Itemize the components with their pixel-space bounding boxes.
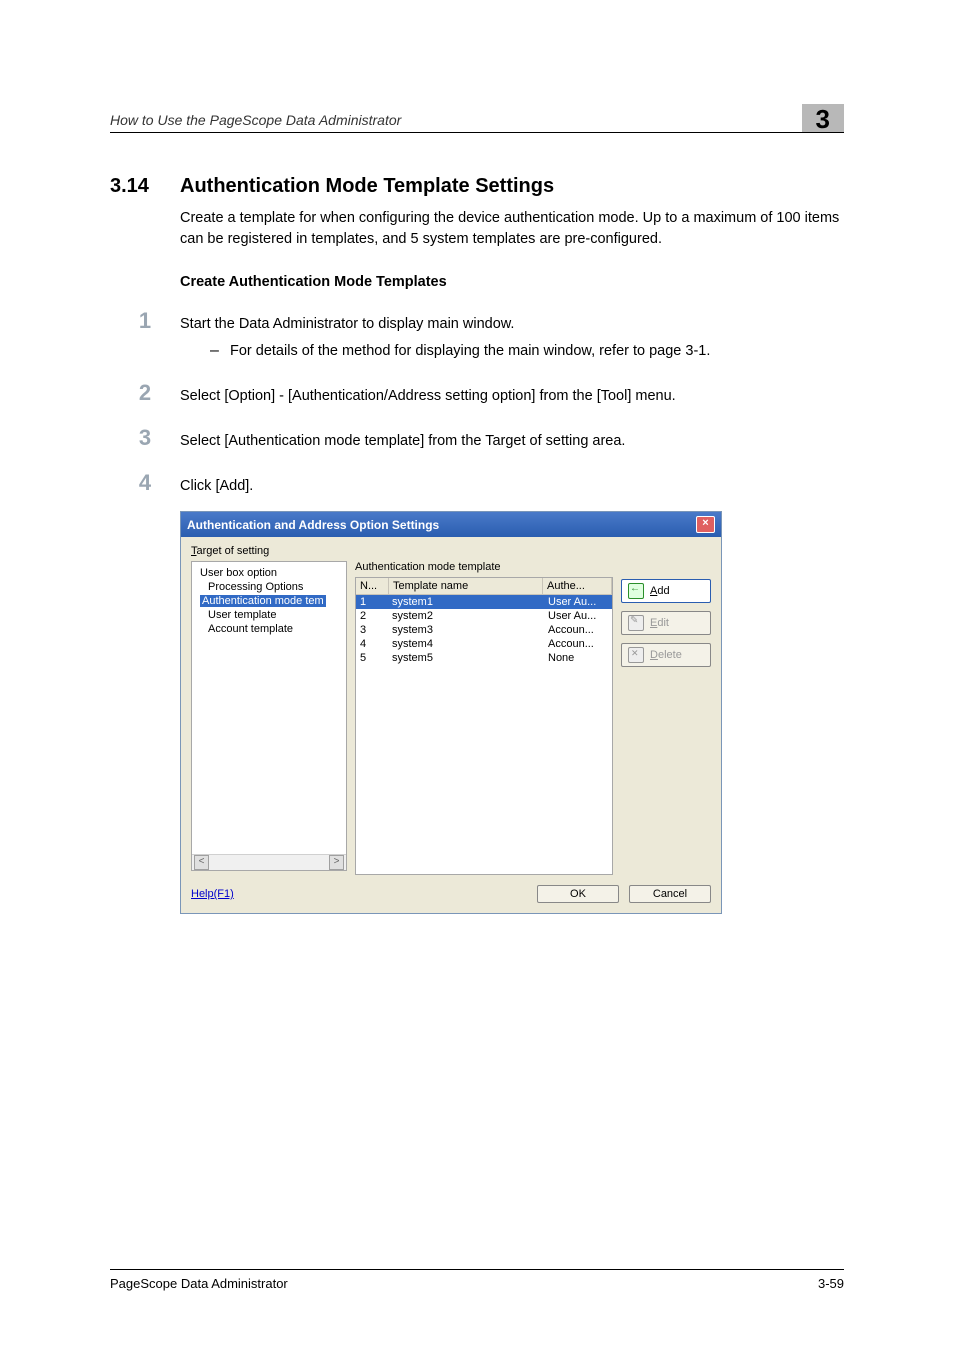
chapter-number-box: 3 — [802, 104, 844, 132]
delete-icon — [628, 647, 644, 663]
dialog-titlebar: Authentication and Address Option Settin… — [181, 512, 721, 537]
template-list[interactable]: N... Template name Authe... 1 system1 Us… — [355, 577, 613, 875]
dialog-window: Authentication and Address Option Settin… — [180, 511, 722, 914]
step-3-number: 3 — [110, 425, 180, 451]
page-footer: PageScope Data Administrator 3-59 — [110, 1269, 844, 1291]
ok-button[interactable]: OK — [537, 885, 619, 903]
dialog-title-text: Authentication and Address Option Settin… — [187, 518, 439, 532]
list-row[interactable]: 1 system1 User Au... — [356, 595, 612, 609]
help-link[interactable]: Help(F1) — [191, 888, 234, 900]
list-title: Authentication mode template — [355, 561, 613, 573]
edit-button[interactable]: Edit — [621, 611, 711, 635]
footer-page-number: 3-59 — [818, 1276, 844, 1291]
scroll-left-icon[interactable]: < — [194, 855, 209, 870]
tree-item-accounttemplate[interactable]: Account template — [194, 622, 344, 636]
section-number: 3.14 — [110, 175, 180, 198]
step-1-sub: – For details of the method for displayi… — [210, 341, 844, 362]
running-header: How to Use the PageScope Data Administra… — [110, 100, 844, 133]
delete-button[interactable]: Delete — [621, 643, 711, 667]
list-header-n[interactable]: N... — [356, 578, 389, 594]
edit-icon — [628, 615, 644, 631]
close-icon[interactable]: × — [696, 516, 715, 533]
step-1-text: Start the Data Administrator to display … — [180, 314, 844, 335]
step-1-sub-text: For details of the method for displaying… — [230, 341, 844, 362]
section-intro: Create a template for when configuring t… — [180, 208, 844, 250]
dash-icon: – — [210, 342, 230, 360]
step-1: 1 Start the Data Administrator to displa… — [110, 308, 844, 335]
cancel-button[interactable]: Cancel — [629, 885, 711, 903]
step-2: 2 Select [Option] - [Authentication/Addr… — [110, 380, 844, 407]
target-tree[interactable]: User box option Processing Options Authe… — [191, 561, 347, 871]
step-4-text: Click [Add]. — [180, 476, 844, 497]
step-4: 4 Click [Add]. — [110, 470, 844, 497]
list-row[interactable]: 5 system5 None — [356, 651, 612, 665]
step-2-number: 2 — [110, 380, 180, 406]
sub-heading: Create Authentication Mode Templates — [180, 274, 844, 290]
list-header-template[interactable]: Template name — [389, 578, 543, 594]
list-row[interactable]: 2 system2 User Au... — [356, 609, 612, 623]
add-icon — [628, 583, 644, 599]
running-head-text: How to Use the PageScope Data Administra… — [110, 112, 401, 128]
tree-item-authmode[interactable]: Authentication mode tem — [194, 594, 344, 608]
scroll-right-icon[interactable]: > — [329, 855, 344, 870]
tree-item-usertemplate[interactable]: User template — [194, 608, 344, 622]
section-title: Authentication Mode Template Settings — [180, 175, 554, 198]
list-header: N... Template name Authe... — [356, 578, 612, 595]
step-2-text: Select [Option] - [Authentication/Addres… — [180, 386, 844, 407]
list-row[interactable]: 3 system3 Accoun... — [356, 623, 612, 637]
target-label: Target of setting — [191, 545, 711, 557]
list-header-auth[interactable]: Authe... — [543, 578, 612, 594]
step-1-number: 1 — [110, 308, 180, 334]
tree-item-processing[interactable]: Processing Options — [194, 580, 344, 594]
step-3: 3 Select [Authentication mode template] … — [110, 425, 844, 452]
step-3-text: Select [Authentication mode template] fr… — [180, 431, 844, 452]
footer-doc-title: PageScope Data Administrator — [110, 1276, 288, 1291]
tree-scrollbar[interactable]: < > — [192, 854, 346, 870]
step-4-number: 4 — [110, 470, 180, 496]
list-row[interactable]: 4 system4 Accoun... — [356, 637, 612, 651]
tree-item-userbox[interactable]: User box option — [194, 566, 344, 580]
add-button[interactable]: Add — [621, 579, 711, 603]
